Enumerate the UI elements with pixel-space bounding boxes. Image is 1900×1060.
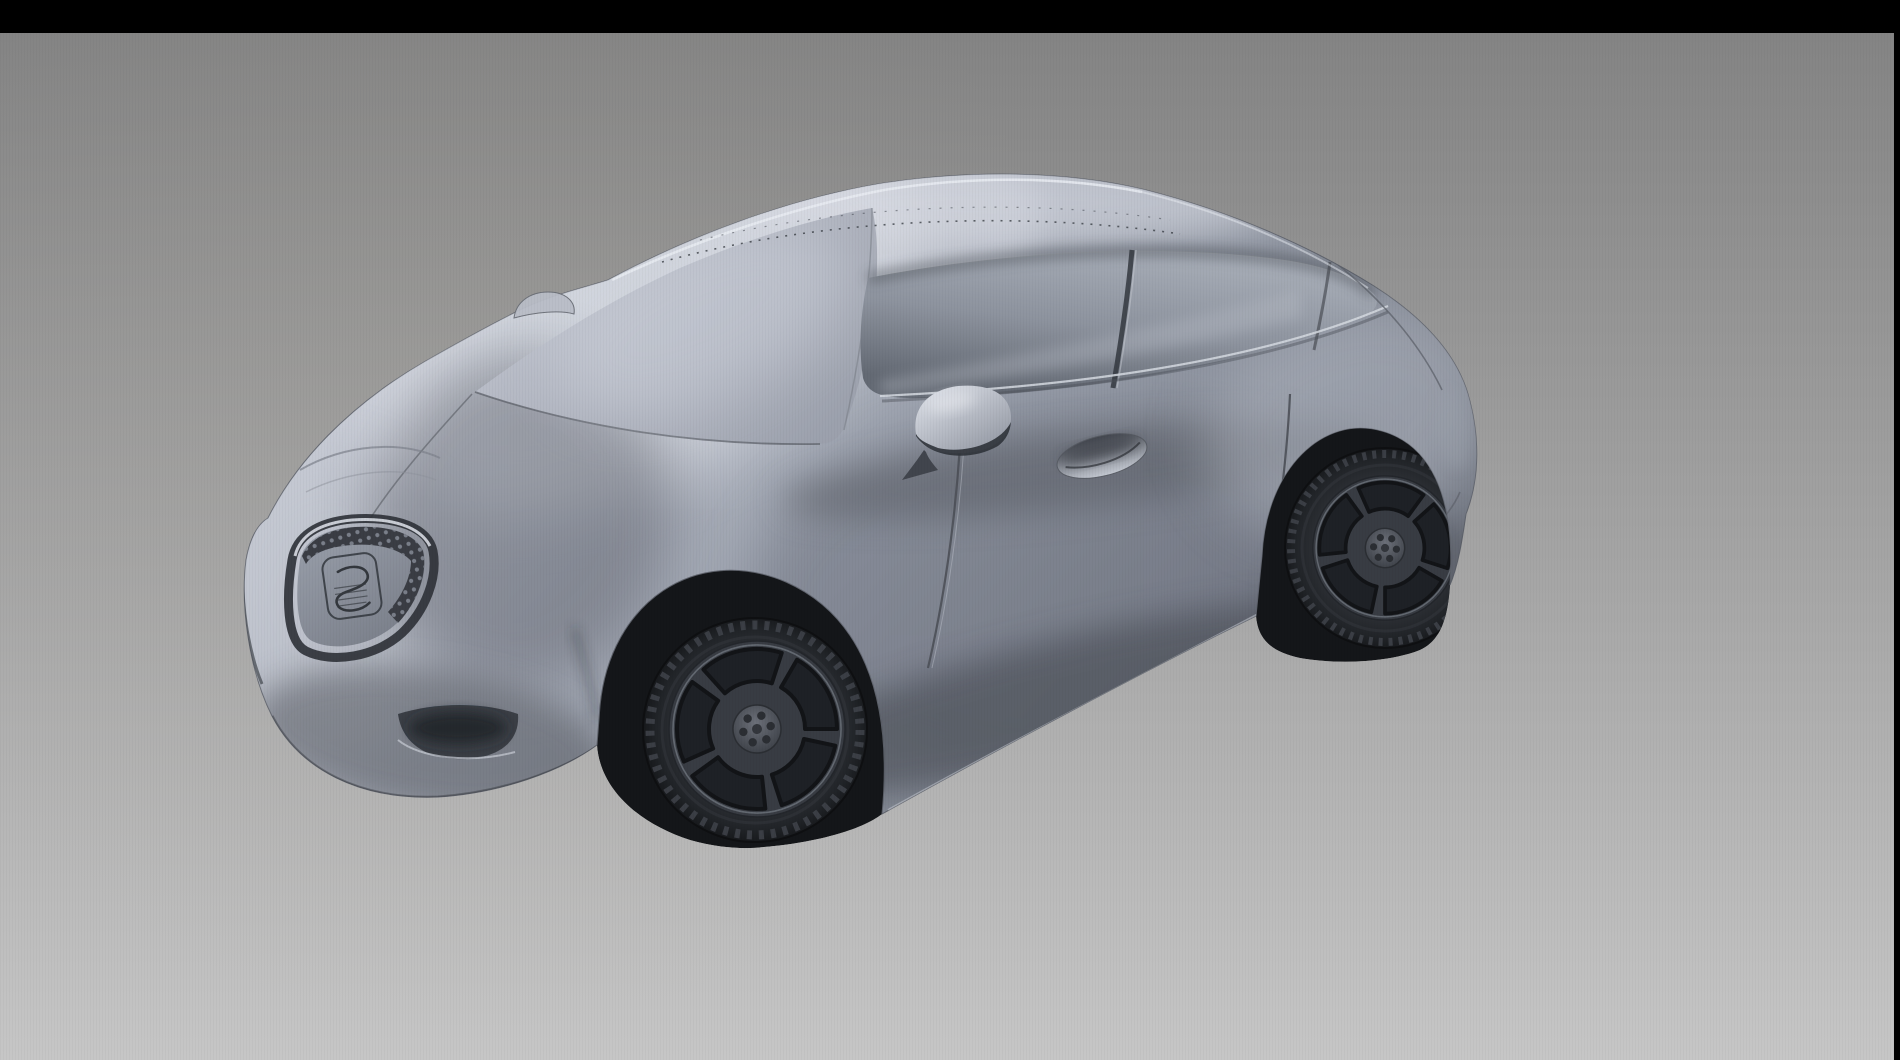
car-render [0,33,1894,1060]
render-viewport [0,0,1900,1060]
render-canvas [0,0,1900,1060]
render-streak-texture [0,33,1894,1060]
letterbox-top [0,0,1900,33]
letterbox-right [1894,0,1900,1060]
